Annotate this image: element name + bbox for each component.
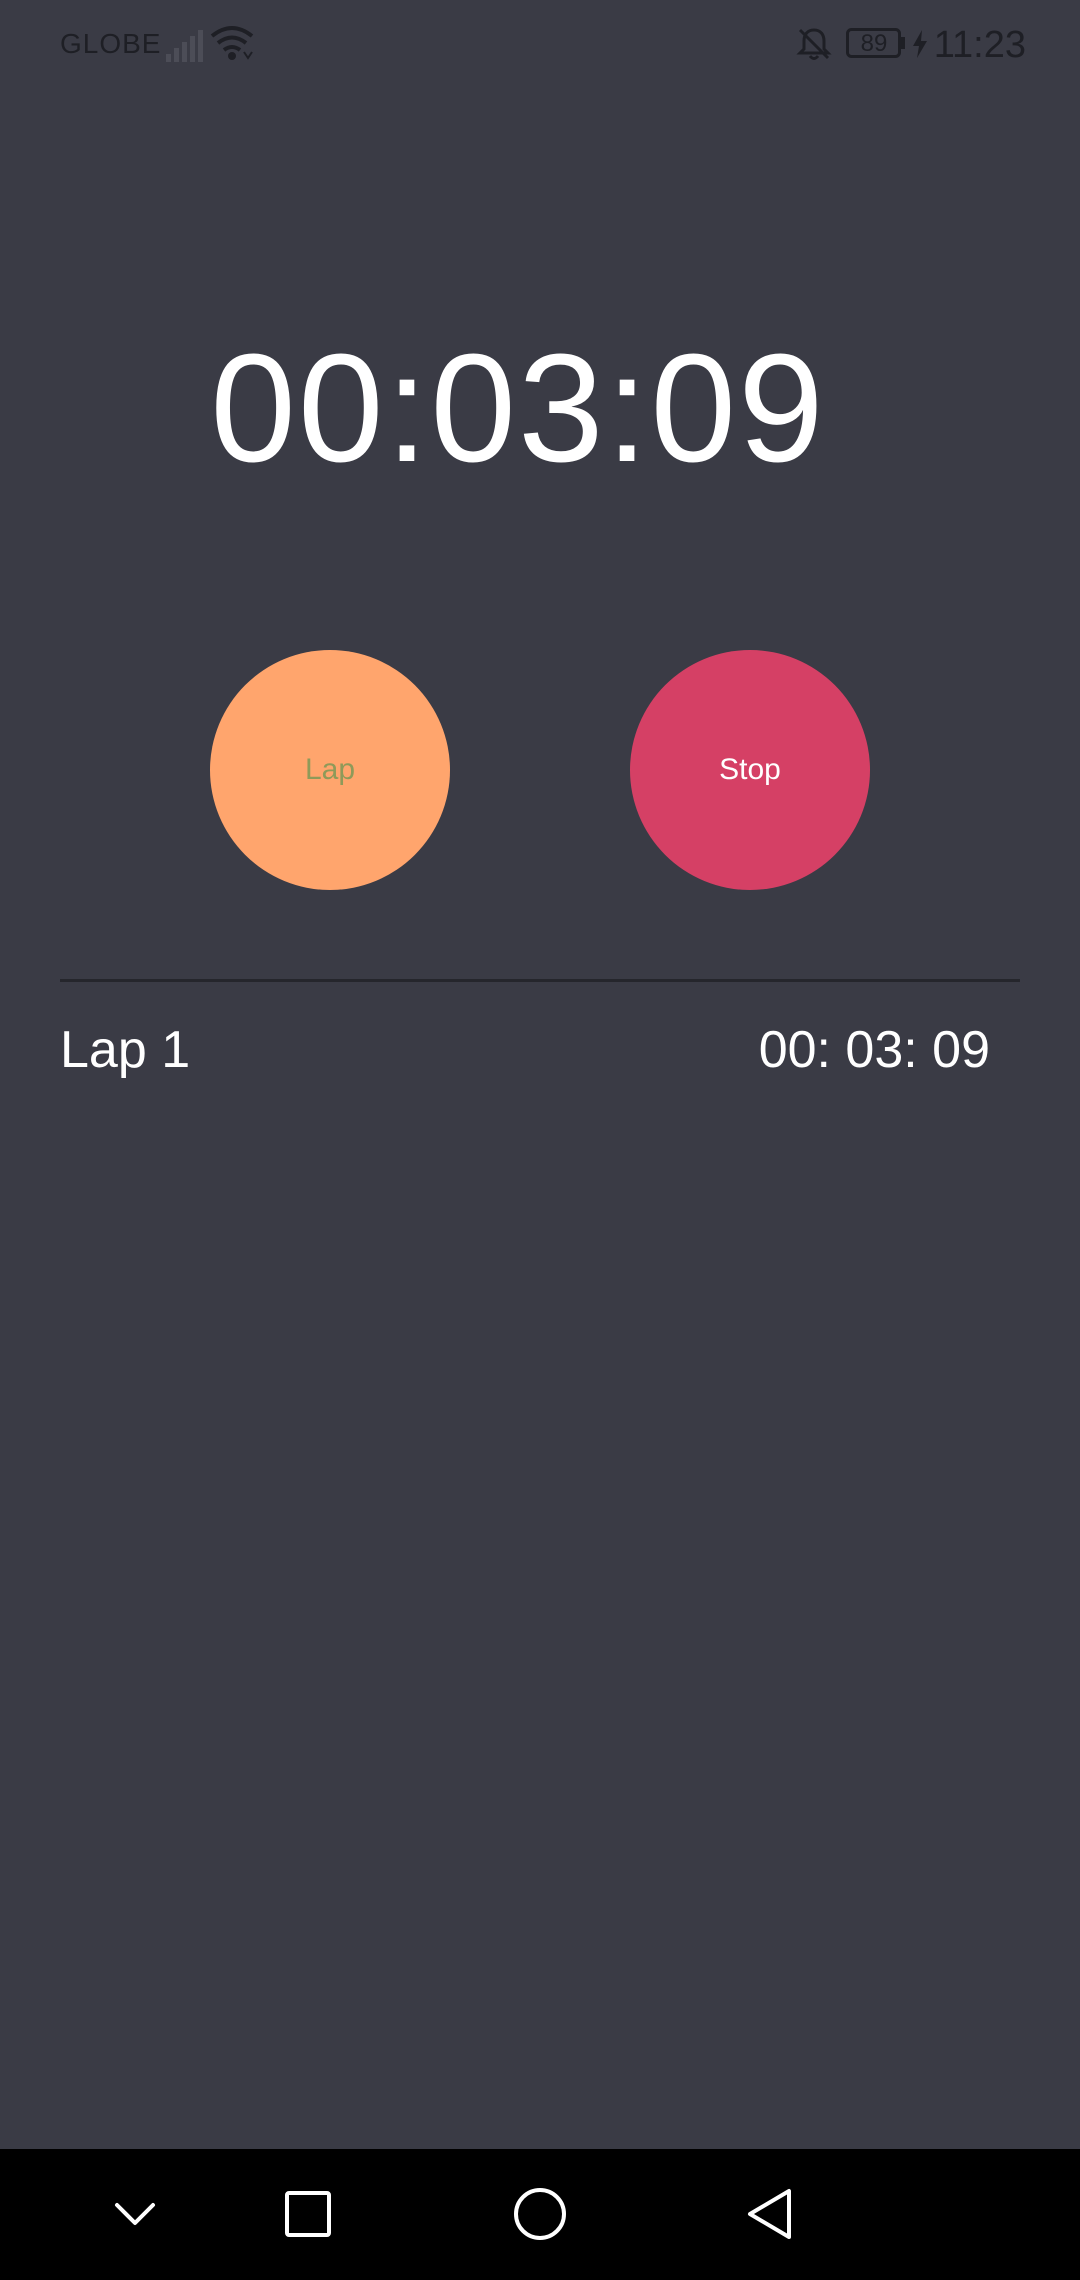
lap-time: 00: 03: 09	[758, 1021, 990, 1079]
carrier-name: GLOBE	[60, 28, 162, 59]
lap-button-label: Lap	[304, 753, 356, 786]
chevron-down-icon[interactable]	[102, 2181, 168, 2247]
charge-icon	[912, 30, 928, 63]
stop-button-label: Stop	[719, 753, 781, 786]
bell-off-icon	[796, 26, 832, 67]
lap-list-item: Lap 1 00: 03: 09	[60, 1020, 990, 1084]
battery-level: 89	[860, 30, 888, 57]
signal-icon	[166, 28, 204, 67]
wifi-icon	[210, 24, 254, 67]
back-triangle-icon[interactable]	[736, 2181, 802, 2247]
status-bar: GLOBE 89 11:23	[0, 0, 1080, 92]
lap-button[interactable]: Lap	[210, 650, 450, 890]
divider	[60, 979, 1020, 982]
stopwatch-screen: GLOBE 89 11:23 00:03:09 Lap Stop Lap 1 0…	[0, 0, 1080, 2280]
stopwatch-time: 00:03:09	[210, 322, 826, 494]
status-clock: 11:23	[933, 24, 1026, 66]
home-circle-icon[interactable]	[507, 2181, 573, 2247]
lap-label: Lap 1	[60, 1021, 191, 1079]
recents-square-icon[interactable]	[275, 2181, 341, 2247]
stop-button[interactable]: Stop	[630, 650, 870, 890]
navigation-bar	[0, 2149, 1080, 2280]
